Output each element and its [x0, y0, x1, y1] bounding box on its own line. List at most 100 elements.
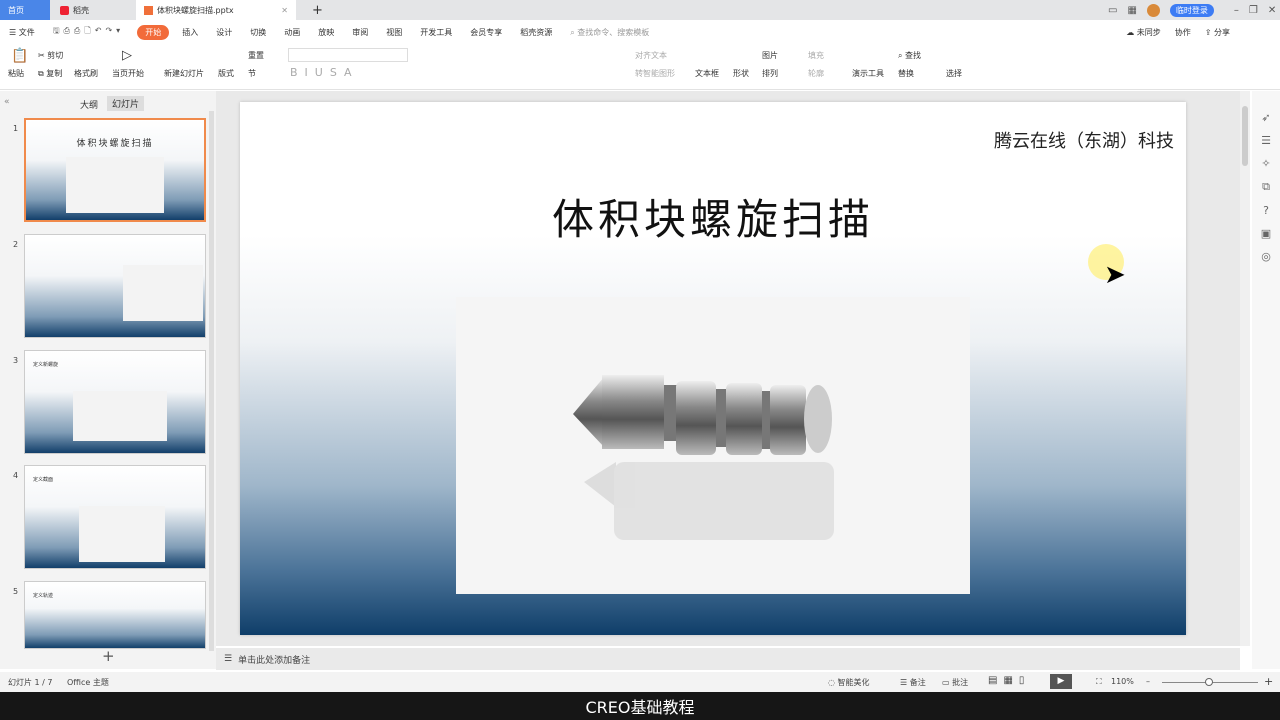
canvas-scrollbar[interactable] [1240, 91, 1250, 646]
quick-access-icons[interactable]: 🖫⎙⎙🗋↶↷▾ [44, 25, 133, 39]
zoom-level[interactable]: 110% [1111, 677, 1134, 686]
notes-icon: ☰ [224, 654, 233, 664]
font-format-buttons[interactable]: BIUSA [290, 66, 359, 79]
animation-icon[interactable]: ✧ [1261, 157, 1270, 170]
slide-thumbnail-4[interactable]: 定义截面 [24, 465, 206, 569]
textbox-button[interactable]: 文本框 [695, 68, 719, 79]
replace-button[interactable]: 替换 [898, 68, 914, 79]
menu-home[interactable]: 开始 [137, 24, 170, 40]
close-icon[interactable]: ✕ [281, 6, 288, 15]
copy-icon[interactable]: ⧉ [1262, 180, 1270, 194]
sync-label: 未同步 [1136, 27, 1161, 37]
notes-placeholder[interactable]: 单击此处添加备注 [238, 653, 310, 666]
reset-button[interactable]: 重置 [248, 50, 264, 61]
arrange-button[interactable]: 排列 [762, 68, 778, 79]
layout-icon[interactable]: ▭ [1108, 5, 1117, 16]
login-button[interactable]: 临时登录 [1169, 3, 1214, 17]
outline-button[interactable]: 轮廓 [808, 68, 824, 79]
collapse-panel-icon[interactable]: « [4, 97, 10, 107]
screw-illustration [573, 375, 834, 540]
image-icon[interactable]: ▣ [1261, 227, 1271, 240]
find-button[interactable]: ⌕ 查找 [898, 50, 921, 61]
section-button[interactable]: 节 [248, 68, 256, 79]
smart-beautify-button[interactable]: ◌ 智能美化 [828, 677, 870, 688]
copy-button[interactable]: ⧉ 复制 [38, 68, 62, 79]
cut-button[interactable]: ✂ 剪切 [38, 50, 63, 61]
new-slide-button[interactable]: 新建幻灯片 [164, 68, 204, 79]
company-name[interactable]: 腾云在线（东湖）科技 [994, 127, 1174, 153]
slide-thumbnail-3[interactable]: 定义新螺旋 [24, 350, 206, 454]
menu-docer-resources[interactable]: 稻壳资源 [511, 27, 561, 38]
font-selector[interactable] [288, 48, 408, 62]
tab-slides[interactable]: 幻灯片 [107, 96, 145, 111]
add-slide-button[interactable]: + [102, 647, 115, 665]
menu-developer[interactable]: 开发工具 [411, 27, 461, 38]
tab-document[interactable]: 体积块螺旋扫描.pptx ✕ [136, 0, 296, 20]
command-search[interactable]: ⌕ 查找命令、搜索模板 [561, 27, 658, 38]
menu-insert[interactable]: 插入 [173, 27, 207, 38]
sync-button[interactable]: ☁ 未同步 [1126, 27, 1161, 38]
apps-icon[interactable]: ▦ [1127, 5, 1136, 16]
presenter-tools-button[interactable]: 演示工具 [852, 68, 884, 79]
zoom-in-button[interactable]: + [1264, 675, 1273, 688]
play-from-current-button[interactable]: 当页开始 [112, 68, 144, 79]
play-icon[interactable]: ▷ [122, 48, 132, 63]
shape-button[interactable]: 形状 [733, 68, 749, 79]
menu-view[interactable]: 视图 [377, 27, 411, 38]
slide-title[interactable]: 体积块螺旋扫描 [240, 186, 1186, 247]
align-text-button[interactable]: 对齐文本 [635, 50, 667, 61]
paste-button[interactable]: 粘贴 [8, 68, 24, 79]
notes-label: 备注 [909, 678, 926, 687]
select-button[interactable]: 选择 [946, 68, 962, 79]
tab-home[interactable]: 首页 [0, 0, 50, 20]
layout-button[interactable]: 版式 [218, 68, 234, 79]
zoom-slider-handle[interactable] [1205, 678, 1213, 686]
notes-toggle-button[interactable]: ☰ 备注 [900, 677, 926, 688]
menu-review[interactable]: 审阅 [343, 27, 377, 38]
notes-bar[interactable]: ☰ 单击此处添加备注 [216, 648, 1240, 670]
slide-number: 5 [13, 587, 19, 596]
panel-scrollbar[interactable] [209, 111, 214, 651]
restore-icon[interactable]: ❐ [1249, 5, 1258, 16]
avatar[interactable] [1146, 3, 1160, 17]
slide[interactable]: 腾云在线（东湖）科技 体积块螺旋扫描 ➤ [240, 102, 1186, 635]
tab-outline[interactable]: 大纲 [80, 98, 98, 111]
fit-icon[interactable]: ⛶ [1096, 677, 1102, 687]
collab-label: 协作 [1174, 27, 1191, 37]
collab-button[interactable]: 协作 [1175, 27, 1191, 38]
docer-icon [60, 5, 69, 15]
menu-member[interactable]: 会员专享 [461, 27, 511, 38]
menu-transition[interactable]: 切换 [241, 27, 275, 38]
share-button[interactable]: ⇪ 分享 [1205, 27, 1230, 38]
format-painter-button[interactable]: 格式刷 [74, 68, 98, 79]
slide-thumbnail-1[interactable]: 体积块螺旋扫描 [24, 118, 206, 222]
ribbon-toolbar: 📋 粘贴 ✂ 剪切 ⧉ 复制 格式刷 ▷ 当页开始 新建幻灯片 版式 重置 节 … [0, 44, 1280, 90]
picture-button[interactable]: 图片 [762, 50, 778, 61]
screw-model-image[interactable] [456, 297, 970, 594]
menu-animation[interactable]: 动画 [275, 27, 309, 38]
window-close-icon[interactable]: ✕ [1268, 5, 1276, 16]
rocket-icon[interactable]: ➶ [1261, 111, 1270, 124]
play-slideshow-button[interactable]: ▶ [1050, 674, 1072, 689]
slide-thumbnail-5[interactable]: 定义轨迹 [24, 581, 206, 649]
comment-button[interactable]: ▭ 批注 [942, 677, 968, 688]
theme-name[interactable]: Office 主题 [67, 677, 109, 688]
zoom-out-button[interactable]: – [1146, 677, 1150, 686]
slide-number: 4 [13, 471, 19, 480]
new-tab-button[interactable]: + [304, 0, 323, 20]
help-icon[interactable]: ? [1263, 204, 1269, 217]
menu-design[interactable]: 设计 [207, 27, 241, 38]
paste-icon[interactable]: 📋 [11, 48, 28, 64]
settings-sliders-icon[interactable]: ☰ [1261, 134, 1271, 147]
smartart-button[interactable]: 转智能图形 [635, 68, 675, 79]
tab-docer[interactable]: 稻壳 [52, 0, 132, 20]
location-icon[interactable]: ◎ [1261, 250, 1271, 263]
minimize-icon[interactable]: – [1234, 5, 1239, 16]
thumb-image [79, 506, 165, 562]
view-mode-buttons[interactable]: ▤▦▯ [988, 675, 1030, 686]
fill-button[interactable]: 填充 [808, 50, 824, 61]
menu-file[interactable]: ☰ 文件 [0, 27, 44, 38]
tab-label: 首页 [8, 5, 24, 15]
slide-thumbnail-2[interactable] [24, 234, 206, 338]
menu-slideshow[interactable]: 放映 [309, 27, 343, 38]
